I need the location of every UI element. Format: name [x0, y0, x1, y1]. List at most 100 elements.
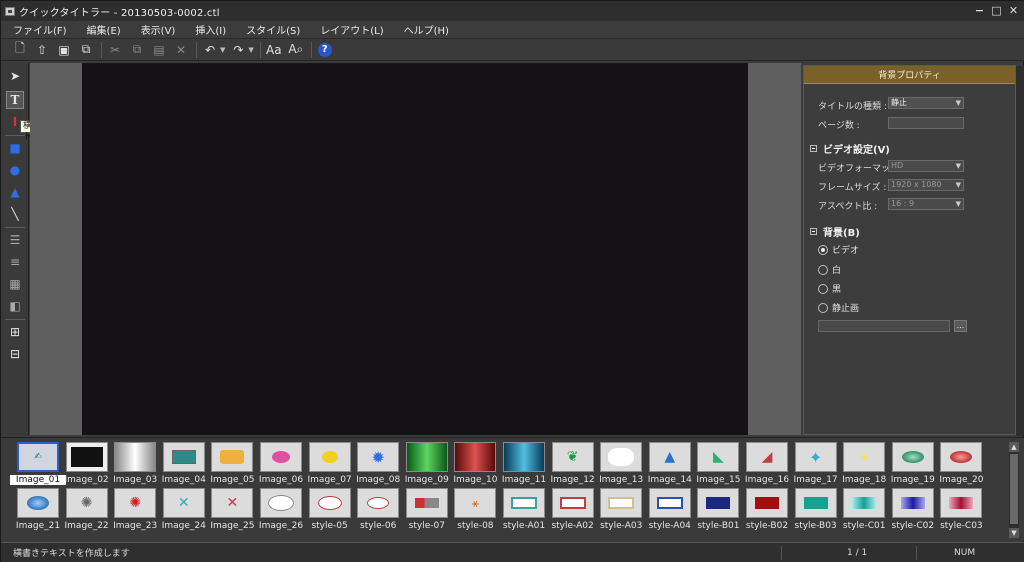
arrange-icon[interactable]: ◧	[6, 297, 24, 315]
menu-view[interactable]: 表示(V)	[141, 22, 176, 37]
gallery-scrollbar[interactable]: ▲ ▼	[1009, 442, 1019, 538]
select-arrow-icon[interactable]: ➤	[6, 67, 24, 85]
undo-dropdown-icon[interactable]: ▼	[220, 46, 225, 54]
gallery-item[interactable]: ▲ Image_14	[646, 442, 694, 488]
video-settings-title: ビデオ設定(V)	[823, 145, 890, 156]
save-as-icon[interactable]: ⧉	[77, 41, 95, 59]
menu-help[interactable]: ヘルプ(H)	[404, 22, 449, 37]
menu-edit[interactable]: 編集(E)	[87, 22, 121, 37]
distribute-icon[interactable]: ≡	[6, 253, 24, 271]
new-icon[interactable]: 🗋	[11, 41, 29, 59]
gallery-item[interactable]: style-B02	[743, 488, 791, 534]
gallery-item[interactable]: Image_13	[597, 442, 645, 488]
bg-radio-white[interactable]: 白	[818, 263, 841, 276]
help-button[interactable]: ?	[316, 41, 334, 59]
background-section[interactable]: 背景(B)	[810, 224, 860, 239]
text-search-icon[interactable]: A⌕	[287, 41, 305, 59]
gallery-item[interactable]: Image_10	[451, 442, 499, 488]
gallery-item[interactable]: ✕ Image_24	[160, 488, 208, 534]
gallery-item[interactable]: ✺ Image_22	[63, 488, 111, 534]
gallery-item[interactable]: Image_04	[160, 442, 208, 488]
copy-icon[interactable]: ⧉	[128, 41, 146, 59]
menu-insert[interactable]: 挿入(I)	[195, 22, 226, 37]
delete-icon[interactable]: ✕	[172, 41, 190, 59]
gallery-item[interactable]: ✦ Image_18	[840, 442, 888, 488]
gallery-item[interactable]: Image_06	[257, 442, 305, 488]
gallery-item[interactable]: ✺ Image_23	[111, 488, 159, 534]
undo-icon[interactable]: ↶	[201, 41, 219, 59]
gallery-item[interactable]: Image_20	[937, 442, 985, 488]
gallery-item[interactable]: style-A04	[646, 488, 694, 534]
menu-layout[interactable]: レイアウト(L)	[320, 22, 383, 37]
gallery-item[interactable]: style-B01	[694, 488, 742, 534]
gallery-item[interactable]: Image_21	[14, 488, 62, 534]
gallery-item[interactable]: Image_02	[63, 442, 111, 488]
gallery-item[interactable]: ❦ Image_12	[549, 442, 597, 488]
gallery-item[interactable]: ✦ Image_17	[792, 442, 840, 488]
scroll-down-icon[interactable]: ▼	[1009, 528, 1019, 538]
save-icon[interactable]: ▣	[55, 41, 73, 59]
gallery-item-label: style-B01	[697, 521, 740, 531]
redo-dropdown-icon[interactable]: ▼	[248, 46, 253, 54]
align-icon[interactable]: ☰	[6, 231, 24, 249]
bg-radio-black[interactable]: 黒	[818, 282, 841, 295]
bg-radio-video[interactable]: ビデオ	[818, 243, 859, 256]
gallery-item[interactable]: Image_11	[500, 442, 548, 488]
gallery-item[interactable]: ✹ Image_08	[354, 442, 402, 488]
properties-scrollbar[interactable]	[1016, 66, 1024, 436]
gallery-item[interactable]: Image_26	[257, 488, 305, 534]
scroll-up-icon[interactable]: ▲	[1009, 442, 1019, 452]
page-count-field[interactable]	[888, 117, 964, 129]
gallery-item[interactable]: ✕ Image_25	[208, 488, 256, 534]
gallery-item[interactable]: style-07	[403, 488, 451, 534]
line-icon[interactable]: ╲	[6, 205, 24, 223]
ellipse-icon[interactable]: ●	[6, 161, 24, 179]
gallery-item[interactable]: style-A01	[500, 488, 548, 534]
gallery-item[interactable]: style-05	[306, 488, 354, 534]
table-icon[interactable]: ⊟	[6, 345, 24, 363]
properties-panel: 背景プロパティ タイトルの種類 : 静止 ▼ ページ数 : ビデオ設定(V) ビ…	[803, 65, 1024, 436]
redo-icon[interactable]: ↷	[229, 41, 247, 59]
gallery-item[interactable]: ◣ Image_15	[694, 442, 742, 488]
gallery-item[interactable]: style-B03	[792, 488, 840, 534]
gallery-item[interactable]: Image_05	[208, 442, 256, 488]
maximize-button[interactable]: □	[991, 4, 1002, 18]
browse-button[interactable]: ...	[954, 320, 967, 332]
video-format-select[interactable]: HD ▼	[888, 160, 964, 172]
menu-style[interactable]: スタイル(S)	[246, 22, 300, 37]
video-settings-section[interactable]: ビデオ設定(V)	[810, 141, 890, 156]
minimize-button[interactable]: −	[974, 4, 985, 18]
close-button[interactable]: ✕	[1008, 4, 1019, 18]
gallery-item[interactable]: ✍ Image_01	[10, 442, 66, 488]
bg-radio-still[interactable]: 静止画	[818, 301, 859, 314]
gallery-item[interactable]: style-C01	[840, 488, 888, 534]
triangle-icon[interactable]: ▲	[6, 183, 24, 201]
title-type-select[interactable]: 静止 ▼	[888, 97, 964, 109]
cut-icon[interactable]: ✂	[106, 41, 124, 59]
gallery-item[interactable]: style-C03	[937, 488, 985, 534]
gallery-item[interactable]: Image_07	[306, 442, 354, 488]
still-image-path-field[interactable]	[818, 320, 950, 332]
rectangle-icon[interactable]: ■	[6, 139, 24, 157]
gallery-item[interactable]: style-06	[354, 488, 402, 534]
gallery-item[interactable]: style-C02	[889, 488, 937, 534]
gallery-item[interactable]: ⚹ style-08	[451, 488, 499, 534]
open-icon[interactable]: ⇧	[33, 41, 51, 59]
horizontal-text-icon[interactable]: T	[6, 91, 24, 109]
grid-icon[interactable]: ⊞	[6, 323, 24, 341]
radio-icon	[818, 264, 828, 275]
scroll-thumb[interactable]	[1010, 454, 1018, 524]
paste-icon[interactable]: ▤	[150, 41, 168, 59]
title-canvas[interactable]	[82, 63, 748, 435]
layer-icon[interactable]: ▦	[6, 275, 24, 293]
gallery-item[interactable]: style-A03	[597, 488, 645, 534]
frame-size-select[interactable]: 1920 x 1080 ▼	[888, 179, 964, 191]
gallery-item[interactable]: ◢ Image_16	[743, 442, 791, 488]
gallery-item[interactable]: Image_03	[111, 442, 159, 488]
menu-file[interactable]: ファイル(F)	[13, 22, 67, 37]
gallery-item[interactable]: Image_09	[403, 442, 451, 488]
gallery-item[interactable]: Image_19	[889, 442, 937, 488]
text-style-icon[interactable]: Aa	[265, 41, 283, 59]
gallery-item[interactable]: style-A02	[549, 488, 597, 534]
aspect-ratio-select[interactable]: 16 : 9 ▼	[888, 198, 964, 210]
